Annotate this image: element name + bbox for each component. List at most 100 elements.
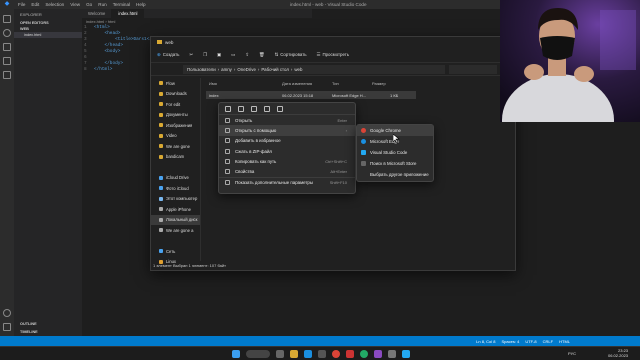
file-row[interactable]: index 06.02.2023 15:18 Microsoft Edge H.…: [206, 91, 416, 99]
menu-run[interactable]: Run: [98, 2, 106, 7]
address-bar[interactable]: Пользователи › amny › OneDrive › Рабочий ст…: [183, 64, 445, 74]
code-line[interactable]: 8 </html>: [84, 67, 112, 72]
col-name[interactable]: Имя: [209, 81, 282, 89]
app-icon[interactable]: [388, 350, 396, 358]
col-size[interactable]: Размер: [372, 81, 402, 89]
nav-item[interactable]: Этот компьютер: [151, 194, 200, 205]
code-line[interactable]: 6: [84, 55, 94, 60]
share-icon[interactable]: ⇪: [245, 52, 249, 58]
nav-item[interactable]: Downloads: [151, 89, 200, 100]
menu-selection[interactable]: Selection: [45, 2, 64, 7]
code-line[interactable]: 7 </body>: [84, 61, 123, 66]
windows-start-icon[interactable]: [232, 350, 240, 358]
delete-icon[interactable]: 🗑: [259, 52, 265, 58]
status-spaces[interactable]: Spaces: 4: [502, 339, 520, 344]
vscode-icon[interactable]: [402, 350, 410, 358]
submenu-store[interactable]: Поиск в Microsoft Store: [357, 158, 433, 169]
app-icon[interactable]: [346, 350, 354, 358]
run-debug-icon[interactable]: [3, 57, 11, 65]
file-explorer-icon[interactable]: [290, 350, 298, 358]
status-eol[interactable]: CRLF: [543, 339, 553, 344]
nav-item[interactable]: iCloud Drive: [151, 173, 200, 184]
chrome-icon[interactable]: [332, 350, 340, 358]
code-line[interactable]: 5 <body>: [84, 49, 120, 54]
search-icon[interactable]: [3, 29, 11, 37]
nav-item[interactable]: Документы: [151, 110, 200, 121]
rename-icon[interactable]: [251, 105, 257, 112]
nav-item[interactable]: bandicam: [151, 152, 200, 163]
files-icon[interactable]: [3, 15, 11, 23]
cut-icon[interactable]: ✂: [189, 52, 193, 58]
col-type[interactable]: Тип: [332, 81, 372, 89]
code-line[interactable]: 2 <head>: [84, 31, 120, 36]
clock[interactable]: 23:23 06.02.2023: [608, 348, 628, 358]
app-icon[interactable]: [374, 350, 382, 358]
nav-item[interactable]: We are gone: [151, 141, 200, 152]
gear-icon[interactable]: [3, 323, 11, 331]
menu-go[interactable]: Go: [86, 2, 92, 7]
col-date[interactable]: Дата изменения: [282, 81, 332, 89]
menu-help[interactable]: Help: [136, 2, 145, 7]
code-line[interactable]: 4 </head>: [84, 43, 123, 48]
nav-item[interactable]: Video: [151, 131, 200, 142]
account-icon[interactable]: [3, 309, 11, 317]
path-segment[interactable]: web: [294, 67, 302, 72]
nav-item[interactable]: Сеть: [151, 246, 200, 257]
tab-welcome[interactable]: Welcome: [82, 9, 113, 18]
nav-item[interactable]: For edit: [151, 99, 200, 110]
nav-item[interactable]: Фото iCloud: [151, 183, 200, 194]
app-icon[interactable]: [360, 350, 368, 358]
sort-button[interactable]: ⇅ Сортировать: [275, 52, 307, 58]
menu-view[interactable]: View: [70, 2, 80, 7]
menu-properties[interactable]: Свойства Alt+Enter: [219, 166, 355, 176]
paste-icon[interactable]: ▣: [217, 52, 221, 58]
code-line[interactable]: 1 <html>: [84, 25, 110, 30]
status-position[interactable]: Ln 8, Col 8: [476, 339, 495, 344]
nav-item[interactable]: Изображения: [151, 120, 200, 131]
menu-copy-path[interactable]: Копировать как путь Ctrl+Shift+C: [219, 156, 355, 166]
store-icon[interactable]: [318, 350, 326, 358]
context-menu: Открыть Enter Открыть с помощью › Добавить…: [218, 102, 356, 194]
new-button[interactable]: ⊕ Создать: [157, 52, 179, 58]
copy-icon[interactable]: ❐: [203, 52, 207, 58]
nav-item[interactable]: We are gone a: [151, 225, 200, 236]
menu-file[interactable]: File: [18, 2, 25, 7]
share-icon[interactable]: [264, 105, 270, 112]
outline-section[interactable]: OUTLINE: [14, 321, 43, 327]
submenu-vscode[interactable]: Visual Studio Code: [357, 147, 433, 158]
path-segment[interactable]: Пользователи: [187, 67, 216, 72]
status-language[interactable]: HTML: [559, 339, 570, 344]
delete-icon[interactable]: [277, 105, 283, 112]
menu-more-options[interactable]: Показать дополнительные параметры Shift+F…: [219, 176, 355, 187]
breadcrumb[interactable]: index.html › html: [86, 19, 115, 24]
menu-open-with[interactable]: Открыть с помощью ›: [219, 125, 355, 136]
taskbar-search[interactable]: [246, 350, 270, 358]
path-segment[interactable]: Рабочий стол: [261, 67, 289, 72]
nav-item[interactable]: Flow: [151, 78, 200, 89]
submenu-choose-app[interactable]: Выбрать другое приложение: [357, 169, 433, 180]
view-button[interactable]: ☰ Просмотреть: [317, 52, 350, 58]
tab-index[interactable]: index.html: [112, 9, 145, 18]
copy-icon[interactable]: [238, 105, 244, 112]
cut-icon[interactable]: [225, 105, 231, 112]
timeline-section[interactable]: TIMELINE: [14, 329, 44, 335]
task-view-icon[interactable]: [276, 350, 284, 358]
source-control-icon[interactable]: [3, 43, 11, 51]
menu-open[interactable]: Открыть Enter: [219, 115, 355, 125]
menu-edit[interactable]: Edit: [31, 2, 39, 7]
nav-item[interactable]: Apple iPhone: [151, 204, 200, 215]
search-input[interactable]: [449, 64, 497, 74]
language-indicator[interactable]: РУС: [568, 351, 576, 356]
status-encoding[interactable]: UTF-8: [525, 339, 536, 344]
extensions-icon[interactable]: [3, 71, 11, 79]
rename-icon[interactable]: ▭: [231, 52, 235, 58]
menu-terminal[interactable]: Terminal: [113, 2, 130, 7]
edge-icon[interactable]: [304, 350, 312, 358]
menu-label: Свойства: [235, 169, 255, 175]
nav-item[interactable]: Локальный диск: [151, 214, 200, 225]
file-index[interactable]: index.html: [14, 32, 82, 38]
path-segment[interactable]: OneDrive: [237, 67, 256, 72]
menu-zip[interactable]: Сжать в ZIP-файл: [219, 146, 355, 156]
path-segment[interactable]: amny: [221, 67, 232, 72]
menu-add-favorites[interactable]: Добавить в избранное: [219, 136, 355, 146]
